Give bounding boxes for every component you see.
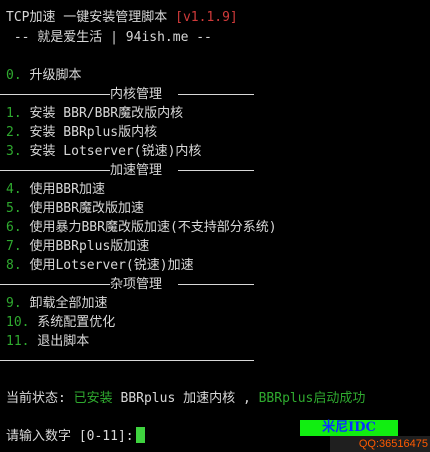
- menu-item-use-bbr-brutal: 6. 使用暴力BBR魔改版加速(不支持部分系统): [6, 218, 277, 237]
- section-title: 杂项管理: [110, 277, 163, 292]
- watermark-qq: QQ:36516475: [330, 436, 430, 452]
- divider: [178, 170, 254, 171]
- section-title: 内核管理: [110, 87, 163, 102]
- watermark-logo: 米尼IDC: [300, 420, 398, 436]
- section-header-acceleration: 加速管理: [0, 161, 254, 180]
- menu-item-use-bbr: 4. 使用BBR加速: [6, 180, 105, 199]
- text-cursor[interactable]: [135, 427, 145, 443]
- menu-item-label: 安装 BBRplus版内核: [21, 125, 158, 140]
- menu-item-number: 5.: [6, 201, 22, 216]
- menu-item-number: 7.: [6, 239, 22, 254]
- status-prefix: 当前状态:: [6, 391, 74, 406]
- menu-item-optimize: 10. 系统配置优化: [6, 313, 115, 332]
- menu-item-install-bbr: 1. 安装 BBR/BBR魔改版内核: [6, 104, 183, 123]
- divider: [0, 94, 110, 95]
- status-line: 当前状态: 已安装 BBRplus 加速内核 , BBRplus启动成功: [6, 389, 365, 408]
- terminal-window: TCP加速 一键安装管理脚本 [v1.1.9] -- 就是爱生活 | 94ish…: [0, 0, 430, 452]
- menu-item-exit: 11. 退出脚本: [6, 332, 89, 351]
- divider: [178, 284, 254, 285]
- menu-item-label: 使用BBR加速: [21, 182, 105, 197]
- menu-item-number: 8.: [6, 258, 22, 273]
- app-title: TCP加速 一键安装管理脚本: [6, 10, 168, 25]
- menu-item-label: 使用Lotserver(锐速)加速: [21, 258, 194, 273]
- menu-item-number: 10.: [6, 315, 30, 330]
- menu-item-label: 系统配置优化: [29, 315, 116, 330]
- status-installed: 已安装: [73, 391, 113, 406]
- menu-item-number: 2.: [6, 125, 22, 140]
- version-label: [v1.1.9]: [175, 10, 238, 25]
- menu-item-label: 使用暴力BBR魔改版加速(不支持部分系统): [21, 220, 277, 235]
- menu-item-label: 安装 BBR/BBR魔改版内核: [21, 106, 184, 121]
- divider: [0, 170, 110, 171]
- status-running: BBRplus启动成功: [258, 391, 366, 406]
- menu-item-label: 安装 Lotserver(锐速)内核: [21, 144, 202, 159]
- menu-item-number: 6.: [6, 220, 22, 235]
- divider: [0, 284, 110, 285]
- bottom-divider: [0, 351, 254, 370]
- menu-item-label: 使用BBR魔改版加速: [21, 201, 144, 216]
- menu-item-label: 退出脚本: [29, 334, 90, 349]
- divider: [178, 94, 254, 95]
- menu-item-number: 4.: [6, 182, 22, 197]
- menu-item-label: 卸载全部加速: [21, 296, 108, 311]
- subtitle: -- 就是爱生活 | 94ish.me --: [6, 30, 212, 45]
- menu-item-number: 3.: [6, 144, 22, 159]
- menu-item-use-bbrplus: 7. 使用BBRplus版加速: [6, 237, 149, 256]
- menu-item-install-bbrplus: 2. 安装 BBRplus版内核: [6, 123, 157, 142]
- status-kernel: BBRplus 加速内核 ,: [112, 391, 259, 406]
- menu-item-uninstall: 9. 卸载全部加速: [6, 294, 107, 313]
- header-line: TCP加速 一键安装管理脚本 [v1.1.9]: [6, 8, 238, 27]
- input-prompt[interactable]: 请输入数字 [0-11]:: [6, 427, 145, 446]
- prompt-text: 请输入数字 [0-11]:: [6, 429, 134, 444]
- menu-item-upgrade: 0. 升级脚本: [6, 66, 81, 85]
- section-header-kernel: 内核管理: [0, 85, 254, 104]
- menu-item-label: 使用BBRplus版加速: [21, 239, 150, 254]
- section-title: 加速管理: [110, 163, 163, 178]
- menu-item-install-lotserver: 3. 安装 Lotserver(锐速)内核: [6, 142, 201, 161]
- menu-item-label: 升级脚本: [21, 68, 82, 83]
- menu-item-use-lotserver: 8. 使用Lotserver(锐速)加速: [6, 256, 194, 275]
- menu-item-number: 11.: [6, 334, 30, 349]
- menu-item-use-bbr-mod: 5. 使用BBR魔改版加速: [6, 199, 144, 218]
- menu-item-number: 1.: [6, 106, 22, 121]
- section-header-misc: 杂项管理: [0, 275, 254, 294]
- divider: [0, 360, 254, 361]
- menu-item-number: 9.: [6, 296, 22, 311]
- menu-item-number: 0.: [6, 68, 22, 83]
